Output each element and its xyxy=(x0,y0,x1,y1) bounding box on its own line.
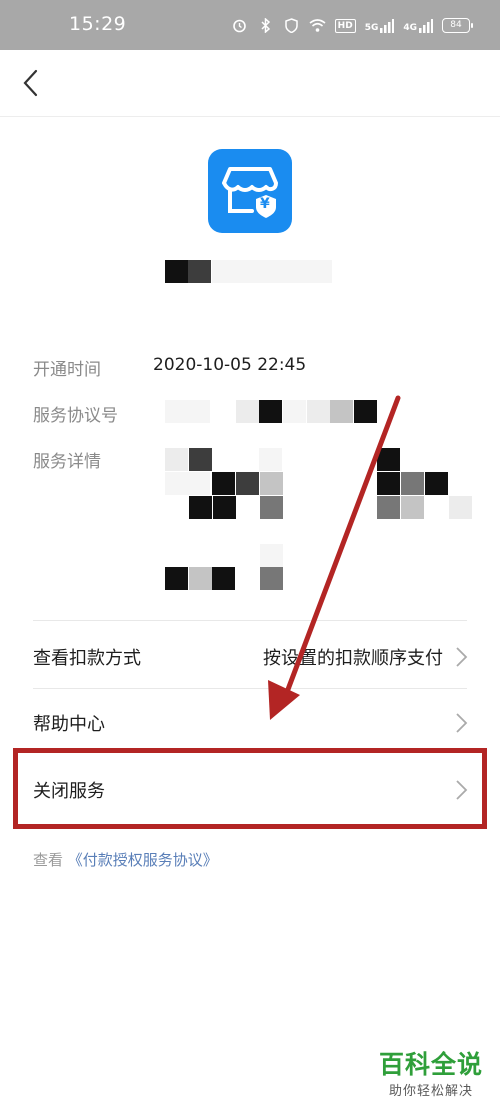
watermark-subtitle: 助你轻松解决 xyxy=(388,1084,473,1099)
annotation-arrow xyxy=(268,395,401,720)
watermark: 百科全说 助你轻松解决 xyxy=(376,1050,486,1099)
watermark-title: 百科全说 xyxy=(378,1050,483,1079)
agreement-link[interactable]: 《付款授权服务协议》 xyxy=(68,851,218,869)
agreement-footer: 查看 《付款授权服务协议》 xyxy=(33,849,218,870)
footer-prefix: 查看 xyxy=(33,851,64,869)
